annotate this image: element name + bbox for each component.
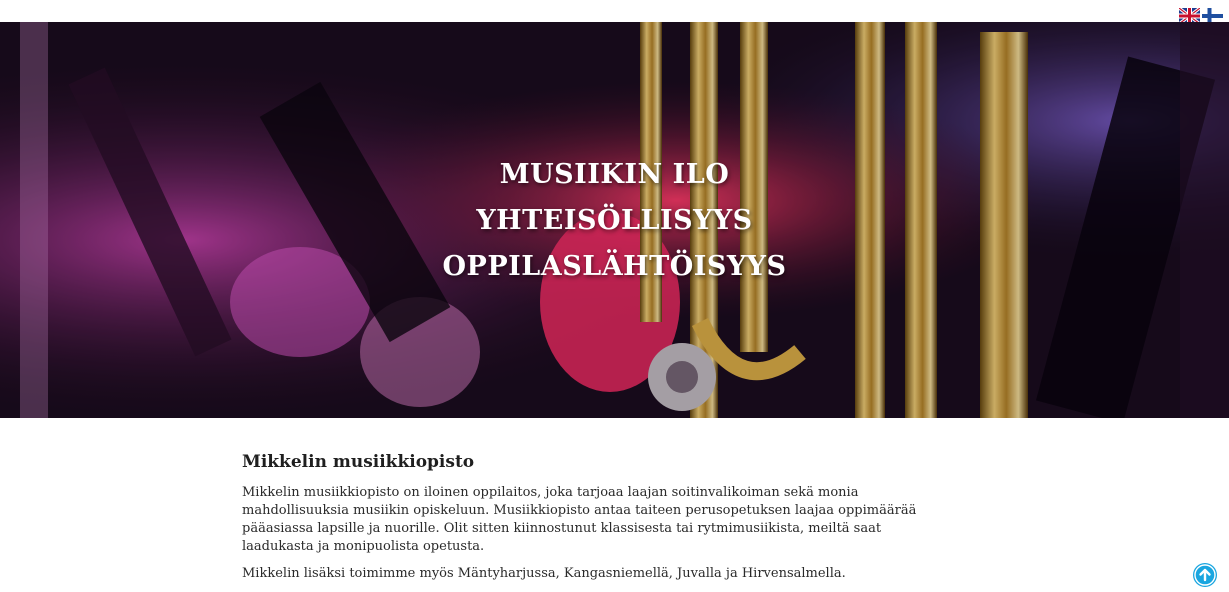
hero-banner: MUSIIKIN ILO YHTEISÖLLISYYS OPPILASLÄHTÖ… xyxy=(0,22,1229,418)
main-content: Mikkelin musiikkiopisto Mikkelin musiikk… xyxy=(242,452,952,592)
hero-line-2: YHTEISÖLLISYYS xyxy=(476,205,753,236)
hero-slogans: MUSIIKIN ILO YHTEISÖLLISYYS OPPILASLÄHTÖ… xyxy=(0,152,1229,290)
hero-line-3: OPPILASLÄHTÖISYYS xyxy=(442,251,787,282)
intro-paragraph: Mikkelin musiikkiopisto on iloinen oppil… xyxy=(242,485,917,554)
arrow-up-icon xyxy=(1194,564,1216,586)
top-bar xyxy=(0,0,1229,24)
page-title: Mikkelin musiikkiopisto xyxy=(242,452,475,472)
scroll-to-top-button[interactable] xyxy=(1193,563,1217,587)
hero-line-1: MUSIIKIN ILO xyxy=(499,159,730,190)
locations-paragraph: Mikkelin lisäksi toimimme myös Mäntyharj… xyxy=(242,566,846,581)
